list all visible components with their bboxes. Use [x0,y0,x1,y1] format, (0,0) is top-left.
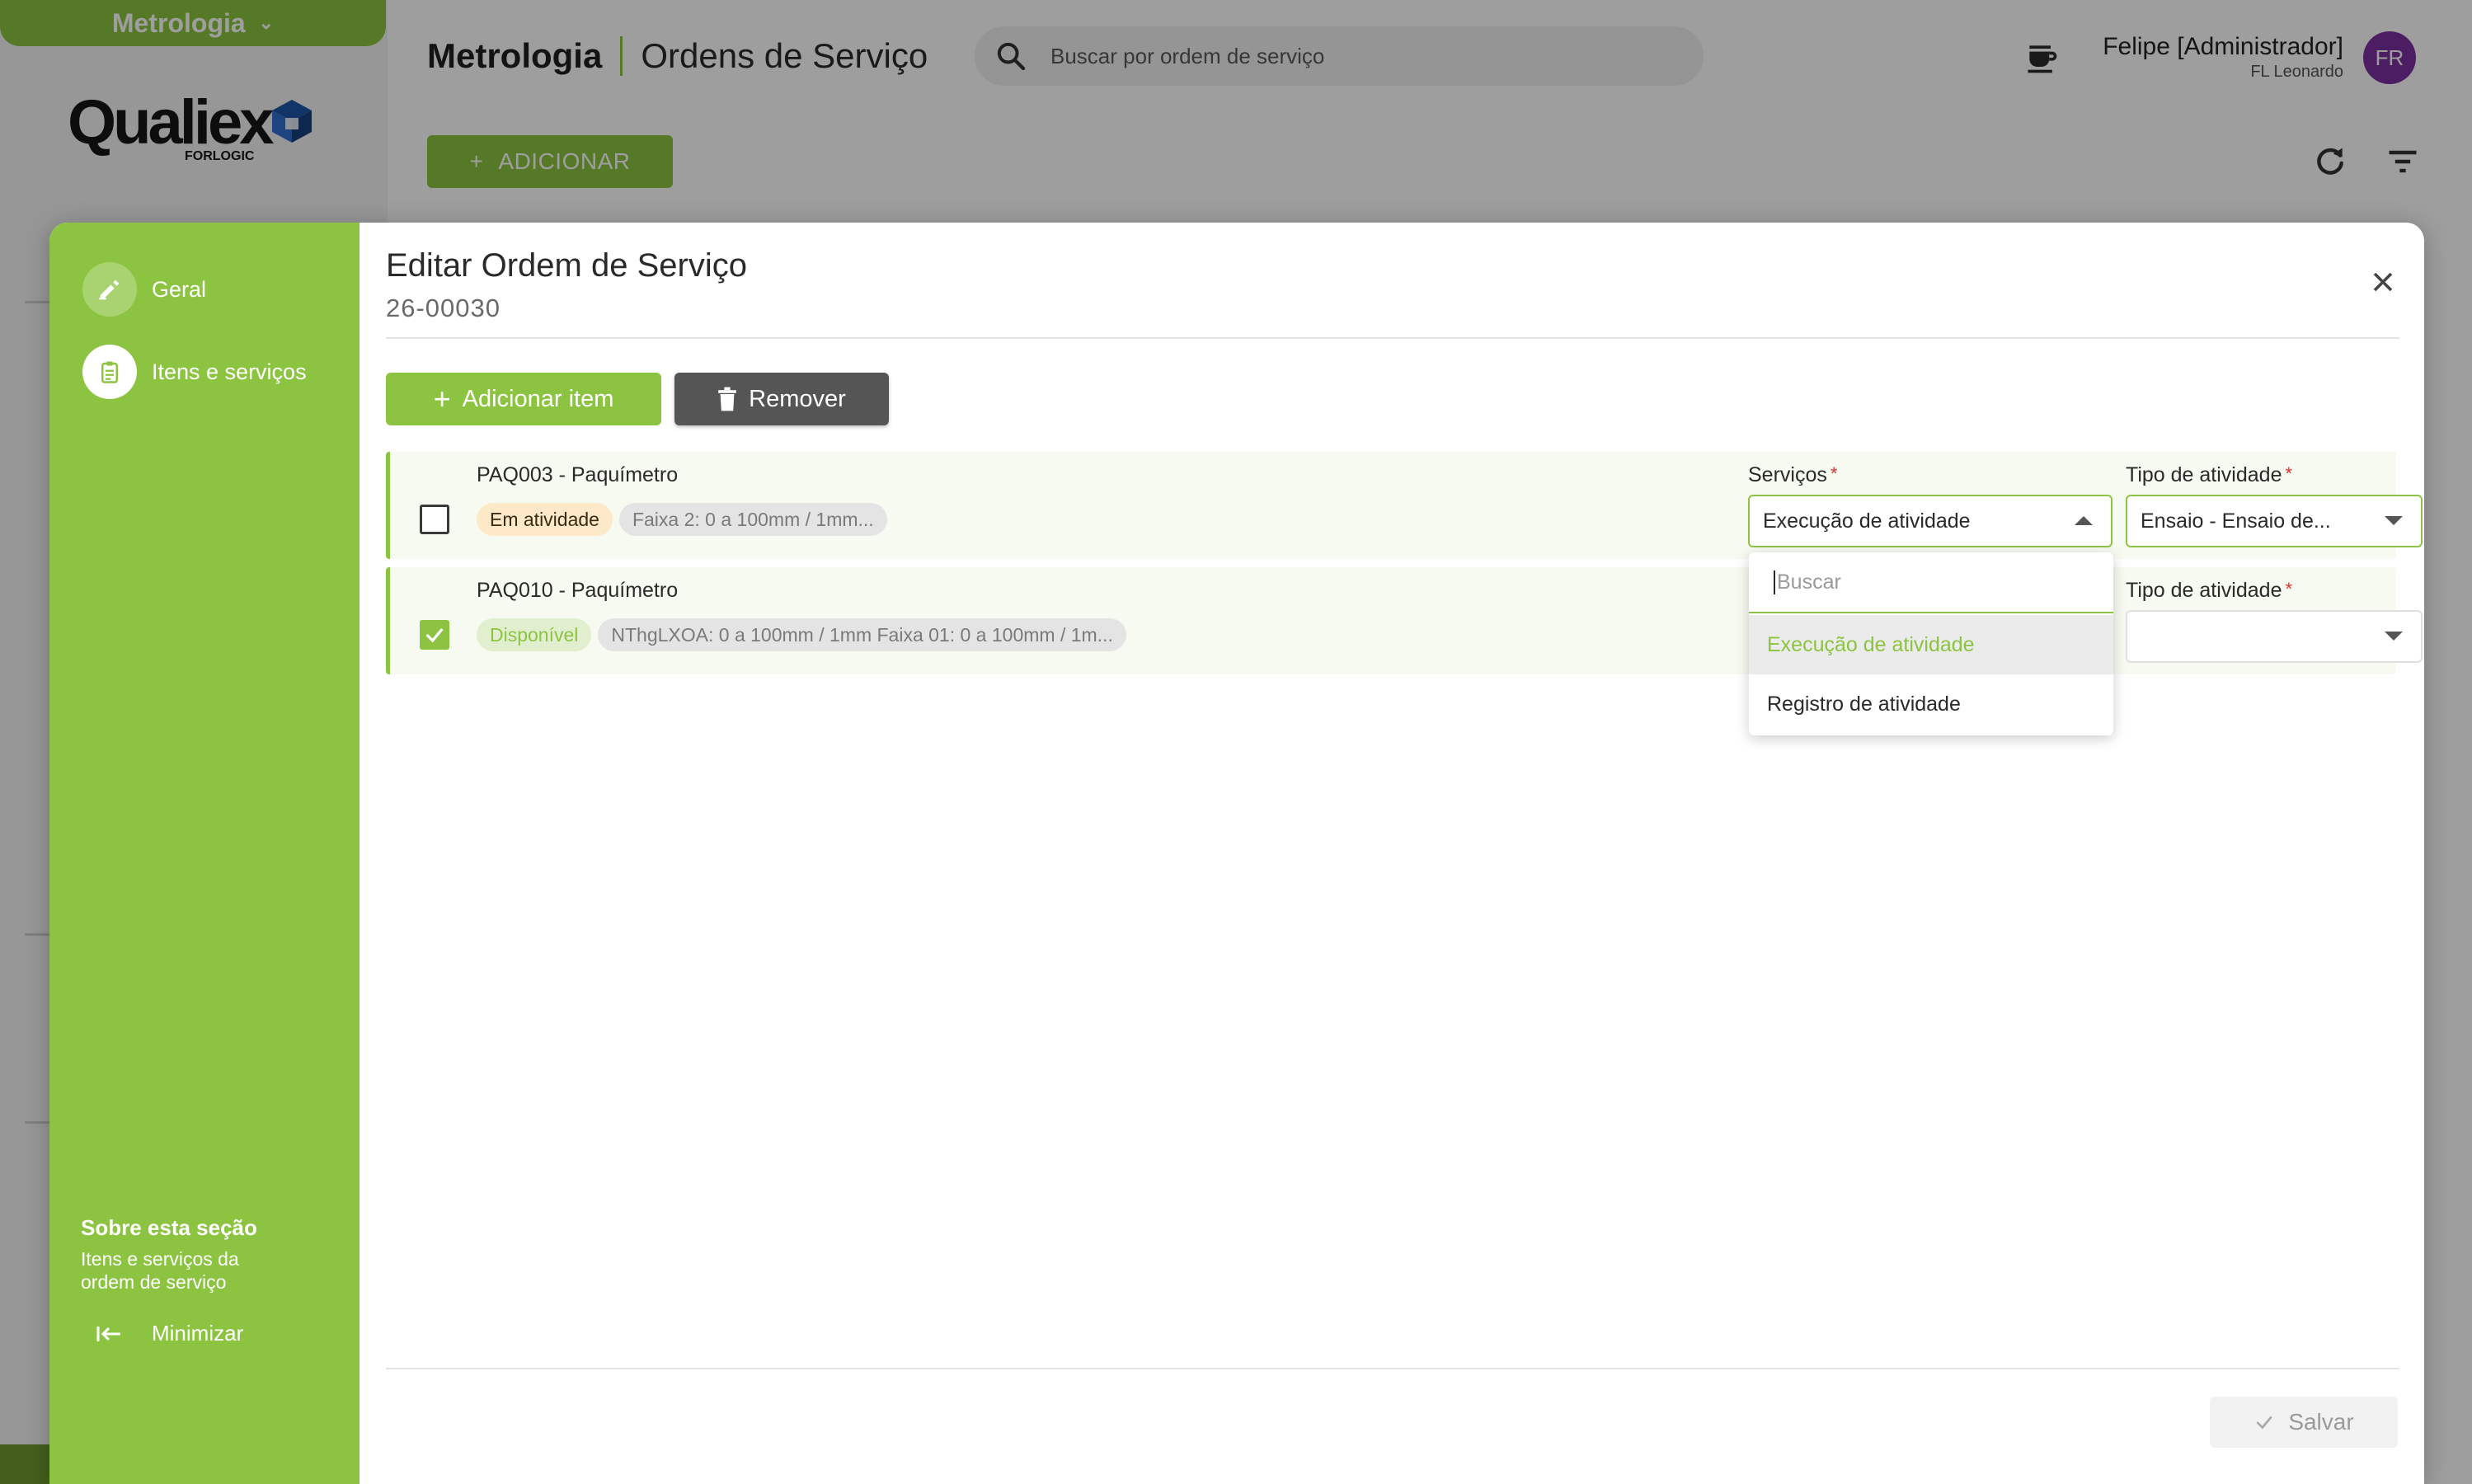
minimize-button[interactable]: Minimizar [96,1321,243,1346]
plus-icon: + [433,382,451,416]
activity-type-label-text: Tipo de atividade [2126,579,2282,602]
services-select[interactable]: Execução de atividade [1748,495,2112,547]
pen-icon [82,262,137,317]
status-badge: Disponível [477,618,592,651]
trash-icon [718,387,736,411]
activity-type-select[interactable]: Ensaio - Ensaio de... [2126,495,2423,547]
required-asterisk: * [2285,463,2293,484]
modal-content: Editar Ordem de Serviço 26-00030 + Adici… [360,223,2424,1484]
modal-sidebar: Geral Itens e serviços Sobre esta seção … [49,223,360,1484]
sidebar-item-label: Itens e serviços [152,359,307,384]
sidebar-item-itens-servicos[interactable]: Itens e serviços [82,345,307,399]
required-asterisk: * [1830,463,1838,484]
add-item-label: Adicionar item [462,385,614,412]
dropdown-search-input[interactable] [1774,570,2070,594]
dropdown-option-registro[interactable]: Registro de atividade [1749,674,2113,734]
item-code: PAQ003 - Paquímetro [477,463,679,486]
section-about-text: Itens e serviços da ordem de serviço [81,1248,239,1293]
services-label: Serviços * [1748,463,1837,487]
item-chips: Em atividade Faixa 2: 0 a 100mm / 1mm... [477,503,887,536]
item-checkbox[interactable] [420,505,449,534]
close-icon[interactable] [2366,265,2399,298]
modal-subtitle: 26-00030 [386,294,501,322]
remove-button[interactable]: Remover [674,373,889,425]
header-divider [386,337,2399,339]
save-button[interactable]: Salvar [2210,1397,2398,1448]
clipboard-icon [82,345,137,399]
services-label-text: Serviços [1748,463,1827,486]
section-about-title: Sobre esta seção [81,1215,257,1240]
activity-type-label: Tipo de atividade * [2126,579,2292,603]
activity-type-label-text: Tipo de atividade [2126,463,2282,486]
caret-down-icon [2385,632,2403,641]
item-checkbox[interactable] [420,620,449,650]
range-badge: NThgLXOA: 0 a 100mm / 1mm Faixa 01: 0 a … [598,618,1126,651]
section-about: Sobre esta seção Itens e serviços da ord… [81,1215,287,1294]
modal-title: Editar Ordem de Serviço [386,247,747,284]
services-dropdown: Execução de atividade Registro de ativid… [1749,552,2113,735]
dropdown-search[interactable] [1749,552,2113,613]
sidebar-item-label: Geral [152,276,207,302]
footer-divider [386,1368,2399,1369]
status-badge: Em atividade [477,503,613,536]
checkmark-icon [2256,1416,2272,1430]
remove-label: Remover [749,385,846,412]
range-badge: Faixa 2: 0 a 100mm / 1mm... [618,503,887,536]
edit-order-modal: Geral Itens e serviços Sobre esta seção … [49,223,2424,1484]
required-asterisk: * [2285,579,2293,599]
caret-up-icon [2075,516,2093,525]
services-select-value: Execução de atividade [1763,509,1971,533]
item-code: PAQ010 - Paquímetro [477,579,679,602]
dropdown-option-execucao[interactable]: Execução de atividade [1749,615,2113,674]
item-chips: Disponível NThgLXOA: 0 a 100mm / 1mm Fai… [477,618,1126,651]
add-item-button[interactable]: + Adicionar item [386,373,661,425]
sidebar-item-geral[interactable]: Geral [82,262,206,317]
activity-type-label: Tipo de atividade * [2126,463,2292,487]
activity-type-value: Ensaio - Ensaio de... [2141,509,2331,533]
caret-down-icon [2385,516,2403,525]
checkmark-icon [425,627,444,643]
collapse-left-icon [96,1326,120,1341]
activity-type-select[interactable] [2126,610,2423,663]
save-label: Salvar [2288,1409,2354,1435]
minimize-label: Minimizar [152,1321,244,1345]
